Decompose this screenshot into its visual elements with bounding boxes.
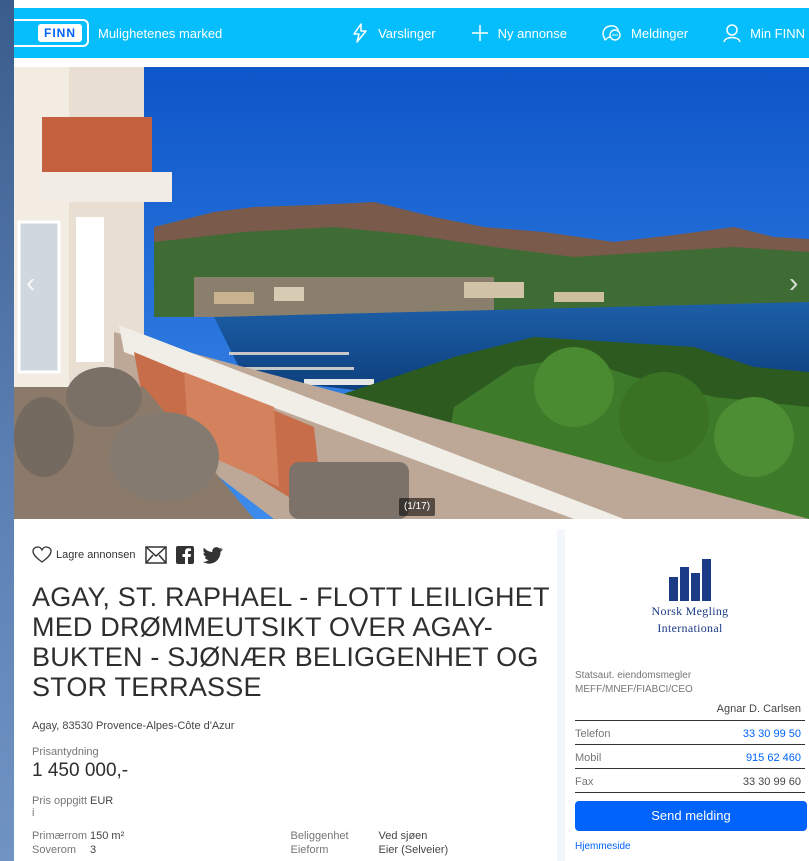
save-ad-label: Lagre annonsen [56, 549, 136, 561]
mobile-link[interactable]: 915 62 460 [746, 752, 801, 764]
broker-title: Statsaut. eiendomsmegler MEFF/MNEF/FIABC… [575, 669, 805, 697]
contact-label: Mobil [575, 752, 602, 764]
bolt-icon [353, 23, 367, 43]
fact-value: 150 m² [90, 830, 125, 842]
broker-title-line1: Statsaut. eiendomsmegler [575, 670, 692, 681]
agent-name: Agnar D. Carlsen [575, 699, 805, 721]
nav-item-meldinger[interactable]: Meldinger [601, 23, 688, 43]
gallery-counter: (1/17) [399, 498, 435, 516]
facebook-icon[interactable] [175, 546, 194, 564]
listing-actions: Lagre annonsen [32, 543, 549, 567]
save-ad-button[interactable]: Lagre annonsen [32, 546, 136, 564]
fact-value: Ved sjøen [378, 830, 428, 842]
fact-label: Eieform [290, 844, 329, 856]
broker-title-line2: MEFF/MNEF/FIABCI/CEO [575, 684, 693, 695]
city-skyline-icon [669, 559, 711, 601]
heart-icon [32, 546, 52, 563]
finn-logo: FINN [38, 24, 82, 42]
chat-icon [602, 25, 621, 41]
nav-label: Meldinger [631, 25, 689, 41]
listing-address: Agay, 83530 Provence-Alpes-Côte d'Azur [32, 720, 235, 732]
broker-name-line1: Norsk Megling [651, 604, 729, 618]
nav-item-varslinger[interactable]: Varslinger [350, 23, 436, 43]
listing-title: AGAY, ST. RAPHAEL - FLOTT LEILIGHET MED … [32, 582, 550, 702]
contact-row-phone: Telefon 33 30 99 50 [575, 721, 805, 745]
nav-label: Ny annonse [497, 25, 568, 41]
email-icon[interactable] [144, 546, 167, 564]
nav-item-ny-annonse[interactable]: Ny annonse [470, 23, 567, 43]
fact-row: Beliggenhet Ved sjøen [291, 830, 550, 842]
key-facts-right: Beliggenhet Ved sjøen Eieform Eier (Selv… [291, 830, 550, 858]
nav-label: Varslinger [378, 25, 436, 41]
price-label: Prisantydning [32, 746, 99, 758]
fact-row: Eieform Eier (Selveier) [291, 844, 550, 856]
contact-row-fax: Fax 33 30 99 60 [575, 769, 805, 793]
currency-label: Pris oppgitt i [32, 795, 88, 819]
send-message-button[interactable]: Send melding [575, 801, 807, 831]
key-facts-left: Primærrom 150 m² Soverom 3 [32, 830, 291, 858]
fact-value: 3 [90, 844, 97, 856]
broker-panel: Norsk Megling International Statsaut. ei… [557, 529, 809, 861]
fact-label: Primærrom [32, 830, 87, 842]
nav-item-min-finn[interactable]: Min FINN [722, 23, 805, 43]
finn-logo-link[interactable]: FINN Mulighetenes marked [14, 8, 222, 58]
fact-label: Soverom [32, 844, 77, 856]
top-navigation-bar: FINN Mulighetenes marked Varslinger Ny a… [14, 8, 809, 58]
fax-value: 33 30 99 60 [742, 776, 801, 788]
listing-photo [14, 67, 809, 519]
plus-icon [471, 25, 488, 41]
listing-details: Lagre annonsen AGAY, ST. RAPHAEL - FLOTT… [14, 529, 549, 861]
fact-value: Eier (Selveier) [378, 844, 449, 856]
broker-name-line2: International [657, 621, 723, 635]
currency-row: Pris oppgitt i EUR [32, 795, 549, 819]
twitter-icon[interactable] [202, 546, 223, 564]
main-nav: Varslinger Ny annonse Meldinger Min FINN [316, 8, 809, 58]
finn-logo-frame: FINN [14, 19, 89, 47]
fact-label: Beliggenhet [290, 830, 349, 842]
gallery-next-arrow[interactable]: › [789, 267, 798, 299]
contact-label: Telefon [575, 728, 611, 740]
fact-row: Soverom 3 [32, 844, 291, 856]
tagline: Mulighetenes marked [98, 25, 223, 41]
nav-label: Min FINN [750, 25, 805, 41]
phone-link[interactable]: 33 30 99 50 [743, 728, 801, 740]
user-icon [723, 24, 741, 43]
broker-logo[interactable]: Norsk Megling International [575, 557, 805, 635]
contact-row-mobile: Mobil 915 62 460 [575, 745, 805, 769]
gallery-image[interactable]: ‹ › [14, 67, 809, 519]
fact-row: Primærrom 150 m² [32, 830, 291, 842]
homepage-link[interactable]: Hjemmeside [575, 841, 805, 852]
gallery-prev-arrow[interactable]: ‹ [26, 267, 35, 299]
key-facts: Primærrom 150 m² Soverom 3 Beliggenhet V… [32, 830, 549, 858]
page-frame: FINN Mulighetenes marked Varslinger Ny a… [14, 0, 809, 861]
contact-label: Fax [575, 776, 594, 788]
price-value: 1 450 000,- [32, 760, 129, 781]
currency-value: EUR [90, 795, 114, 807]
